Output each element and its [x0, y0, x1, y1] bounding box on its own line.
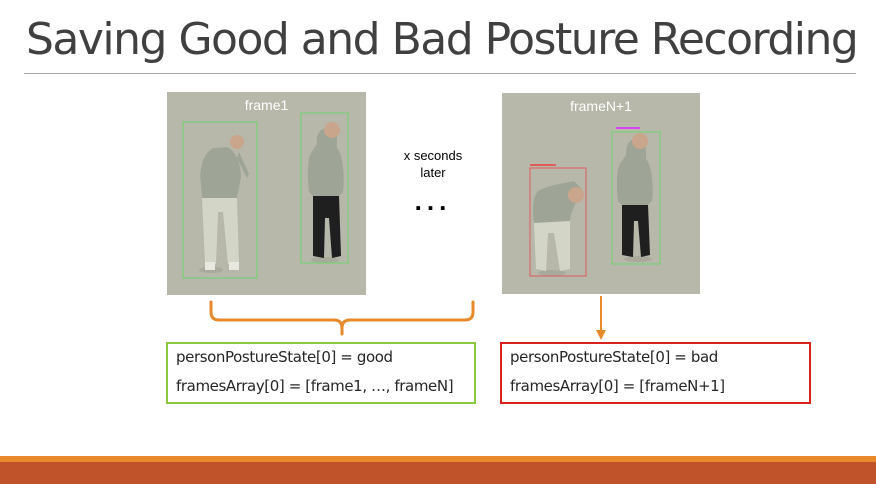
- arrow-head: [596, 330, 606, 340]
- bad-state-line: personPostureState[0] = bad: [510, 348, 718, 366]
- good-frames-line: framesArray[0] = [frame1, …, frameN]: [176, 377, 454, 395]
- frames-brace: [209, 300, 475, 336]
- connector-graphics: [209, 296, 606, 340]
- good-state-box: personPostureState[0] = good framesArray…: [166, 342, 476, 404]
- good-state-line: personPostureState[0] = good: [176, 348, 393, 366]
- bad-frames-line: framesArray[0] = [frameN+1]: [510, 377, 725, 395]
- footer-band: [0, 462, 876, 484]
- bad-state-box: personPostureState[0] = bad framesArray[…: [500, 342, 811, 404]
